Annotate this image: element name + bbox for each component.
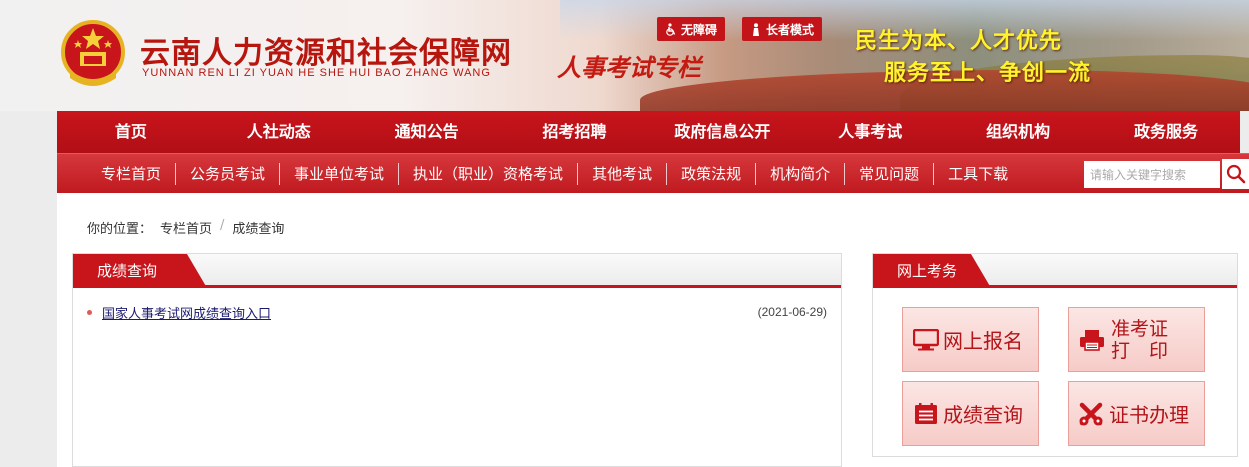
main-nav-item-recruitment[interactable]: 招考招聘	[501, 111, 649, 153]
breadcrumb-item-current: 成绩查询	[232, 222, 285, 237]
national-emblem-icon	[61, 20, 125, 86]
elder-mode-button[interactable]: 长者模式	[742, 17, 823, 41]
admission-ticket-label-line-2: 打 印	[1111, 339, 1169, 362]
score-query-label: 成绩查询	[943, 403, 1023, 427]
results-panel-title: 成绩查询	[73, 254, 207, 288]
results-list: 国家人事考试网成绩查询入口 (2021-06-29)	[87, 302, 827, 322]
sub-nav-item-column-home[interactable]: 专栏首页	[57, 162, 177, 185]
main-nav-item-home[interactable]: 首页	[57, 111, 205, 153]
monitor-icon	[913, 327, 939, 353]
sub-nav-item-about[interactable]: 机构简介	[756, 162, 846, 185]
services-panel-title: 网上考务	[873, 254, 991, 288]
sub-nav-item-downloads[interactable]: 工具下载	[934, 163, 1022, 185]
result-link[interactable]: 国家人事考试网成绩查询入口	[102, 303, 271, 322]
list-item: 国家人事考试网成绩查询入口 (2021-06-29)	[87, 302, 827, 322]
sub-nav-item-policies[interactable]: 政策法规	[667, 162, 757, 185]
accessibility-button[interactable]: 无障碍	[657, 17, 726, 41]
sub-nav: 专栏首页 公务员考试 事业单位考试 执业（职业）资格考试 其他考试 政策法规 机…	[57, 153, 1249, 193]
main-nav-item-gov-info[interactable]: 政府信息公开	[649, 111, 797, 153]
certificate-processing-label: 证书办理	[1109, 403, 1189, 427]
list-icon	[913, 401, 939, 427]
wheelchair-icon	[666, 22, 676, 36]
services-panel-header: 网上考务	[873, 254, 1237, 288]
certificate-icon	[1079, 401, 1105, 427]
site-header: 云南人力资源和社会保障网 YUNNAN REN LI ZI YUAN HE SH…	[0, 0, 1249, 111]
sub-nav-item-faq[interactable]: 常见问题	[845, 162, 935, 185]
breadcrumb-prefix: 你的位置：	[87, 222, 153, 237]
results-panel: 成绩查询 国家人事考试网成绩查询入口 (2021-06-29)	[72, 253, 842, 467]
admission-ticket-label-line-1: 准考证	[1111, 317, 1169, 340]
main-nav-item-gov-services[interactable]: 政务服务	[1092, 111, 1240, 153]
certificate-processing-button[interactable]: 证书办理	[1068, 381, 1205, 446]
site-title[interactable]: 云南人力资源和社会保障网	[140, 28, 512, 72]
breadcrumb-item-column-home[interactable]: 专栏首页	[160, 218, 212, 237]
main-nav-item-organization[interactable]: 组织机构	[944, 111, 1092, 153]
main-nav-item-notices[interactable]: 通知公告	[353, 111, 501, 153]
admission-ticket-print-label: 准考证 打 印	[1111, 318, 1168, 362]
score-query-button[interactable]: 成绩查询	[902, 381, 1039, 446]
search-button[interactable]	[1222, 159, 1249, 189]
sub-nav-item-qualification[interactable]: 执业（职业）资格考试	[399, 162, 579, 185]
site-pinyin: YUNNAN REN LI ZI YUAN HE SHE HUI BAO ZHA…	[142, 67, 491, 79]
online-registration-label: 网上报名	[943, 329, 1023, 353]
online-registration-button[interactable]: 网上报名	[902, 307, 1039, 372]
admission-ticket-print-button[interactable]: 准考证 打 印	[1068, 307, 1205, 372]
breadcrumb-separator: /	[220, 218, 225, 233]
results-panel-header: 成绩查询	[73, 254, 841, 288]
main-nav: 首页 人社动态 通知公告 招考招聘 政府信息公开 人事考试 组织机构 政务服务	[57, 111, 1240, 153]
search-icon	[1226, 164, 1246, 184]
breadcrumb: 你的位置： 专栏首页 / 成绩查询	[87, 218, 284, 237]
result-date: (2021-06-29)	[757, 305, 827, 319]
sub-nav-item-civil-service[interactable]: 公务员考试	[176, 162, 281, 185]
main-nav-item-news[interactable]: 人社动态	[205, 111, 353, 153]
search-input[interactable]	[1084, 161, 1220, 188]
accessibility-label: 无障碍	[681, 22, 718, 37]
sub-nav-item-other-exams[interactable]: 其他考试	[578, 162, 668, 185]
slogan-line-1: 民生为本、人才优先	[855, 28, 1063, 54]
main-nav-item-personnel-exam[interactable]: 人事考试	[796, 111, 944, 153]
column-title: 人事考试专栏	[557, 53, 701, 82]
elder-mode-label: 长者模式	[766, 22, 815, 37]
elder-person-icon	[753, 22, 759, 36]
printer-icon	[1079, 327, 1105, 353]
sub-nav-item-public-institution[interactable]: 事业单位考试	[280, 162, 400, 185]
slogan-line-2: 服务至上、争创一流	[884, 60, 1092, 86]
bullet-icon	[87, 309, 92, 315]
